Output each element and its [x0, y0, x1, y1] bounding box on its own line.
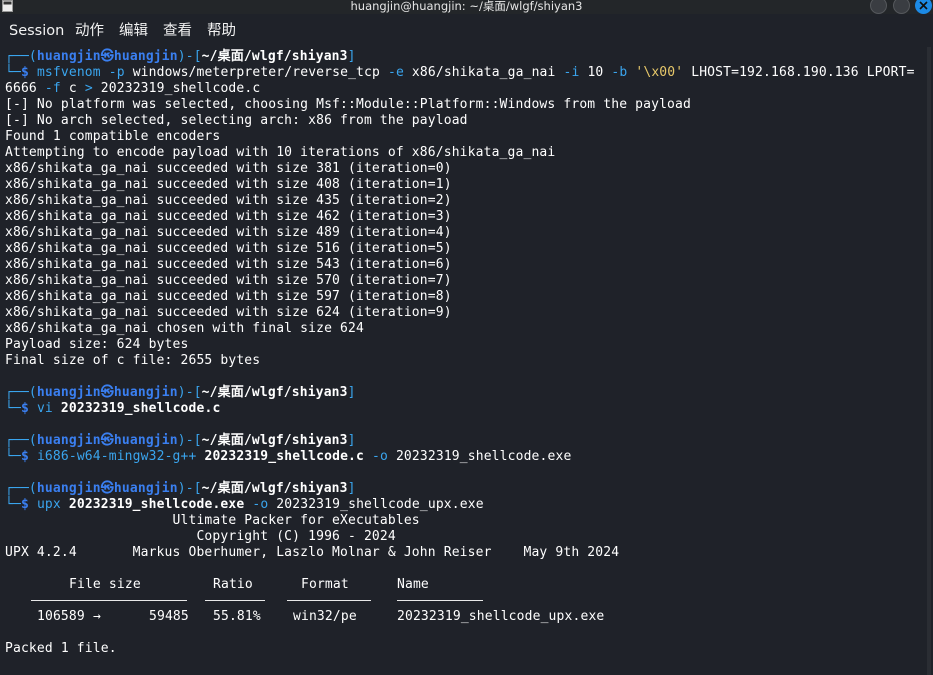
table-header-ratio: Ratio	[213, 577, 253, 592]
packed-summary: Packed 1 file.	[5, 641, 117, 656]
arrow-icon: →	[93, 609, 101, 624]
menu-view[interactable]: 查看	[163, 22, 192, 40]
prompt-line: ┌──(huangjin㉿huangjin)-[~/桌面/wlgf/shiyan…	[5, 385, 356, 400]
menu-help[interactable]: 帮助	[207, 22, 236, 40]
menu-bar: Session 动作 编辑 查看 帮助	[0, 14, 933, 47]
output-line: x86/shikata_ga_nai succeeded with size 3…	[5, 161, 452, 176]
command-line: └─$ i686-w64-mingw32-g++ 20232319_shellc…	[5, 449, 572, 464]
output-line: [-] No arch selected, selecting arch: x8…	[5, 113, 468, 128]
table-cell-ratio: 55.81%	[213, 609, 261, 624]
output-line: x86/shikata_ga_nai succeeded with size 4…	[5, 225, 452, 240]
command-line-continued: 6666 -f c > 20232319_shellcode.c	[5, 81, 261, 96]
title-bar: huangjin@huangjin: ~/桌面/wlgf/shiyan3	[0, 0, 933, 14]
close-icon	[919, 1, 928, 10]
menu-session[interactable]: Session	[9, 22, 64, 40]
table-header-underline	[31, 600, 187, 601]
output-line: Attempting to encode payload with 10 ite…	[5, 145, 556, 160]
output-line: Found 1 compatible encoders	[5, 129, 221, 144]
window-title: huangjin@huangjin: ~/桌面/wlgf/shiyan3	[350, 0, 583, 13]
table-cell-name: 20232319_shellcode_upx.exe	[397, 609, 605, 624]
table-cell-size-to: 59485	[149, 609, 189, 624]
output-line: x86/shikata_ga_nai succeeded with size 4…	[5, 209, 452, 224]
command-line: └─$ msfvenom -p windows/meterpreter/reve…	[5, 65, 915, 80]
table-header-underline	[205, 600, 265, 601]
output-line: x86/shikata_ga_nai succeeded with size 5…	[5, 257, 452, 272]
table-cell-format: win32/pe	[293, 609, 357, 624]
upx-version-line: UPX 4.2.4 Markus Oberhumer, Laszlo Molna…	[5, 545, 620, 560]
scrollbar[interactable]	[927, 47, 931, 675]
upx-banner-line: Ultimate Packer for eXecutables	[5, 513, 420, 528]
command-line: └─$ upx 20232319_shellcode.exe -o 202323…	[5, 497, 484, 512]
output-line: x86/shikata_ga_nai succeeded with size 4…	[5, 177, 452, 192]
table-header-filesize: File size	[69, 577, 141, 592]
prompt-line: ┌──(huangjin㉿huangjin)-[~/桌面/wlgf/shiyan…	[5, 481, 356, 496]
command-line: └─$ vi 20232319_shellcode.c	[5, 401, 221, 416]
table-header-underline	[287, 600, 371, 601]
output-line: Final size of c file: 2655 bytes	[5, 353, 261, 368]
output-line: x86/shikata_ga_nai succeeded with size 4…	[5, 193, 452, 208]
output-line: x86/shikata_ga_nai succeeded with size 5…	[5, 241, 452, 256]
table-header-underline	[397, 600, 483, 601]
table-cell-size-from: 106589	[37, 609, 85, 624]
table-header-name: Name	[397, 577, 429, 592]
output-line: x86/shikata_ga_nai succeeded with size 5…	[5, 289, 452, 304]
prompt-line: ┌──(huangjin㉿huangjin)-[~/桌面/wlgf/shiyan…	[5, 433, 356, 448]
menu-edit[interactable]: 编辑	[119, 22, 148, 40]
output-line: [-] No platform was selected, choosing M…	[5, 97, 691, 112]
output-line: Payload size: 624 bytes	[5, 337, 189, 352]
output-line: x86/shikata_ga_nai succeeded with size 6…	[5, 305, 452, 320]
prompt-line: ┌──(huangjin㉿huangjin)-[~/桌面/wlgf/shiyan…	[5, 49, 356, 64]
table-header-format: Format	[301, 577, 349, 592]
output-line: x86/shikata_ga_nai chosen with final siz…	[5, 321, 364, 336]
output-line: x86/shikata_ga_nai succeeded with size 5…	[5, 273, 452, 288]
upx-copyright-line: Copyright (C) 1996 - 2024	[5, 529, 396, 544]
menu-action[interactable]: 动作	[75, 22, 104, 40]
terminal-window: huangjin@huangjin: ~/桌面/wlgf/shiyan3 Ses…	[0, 0, 933, 675]
